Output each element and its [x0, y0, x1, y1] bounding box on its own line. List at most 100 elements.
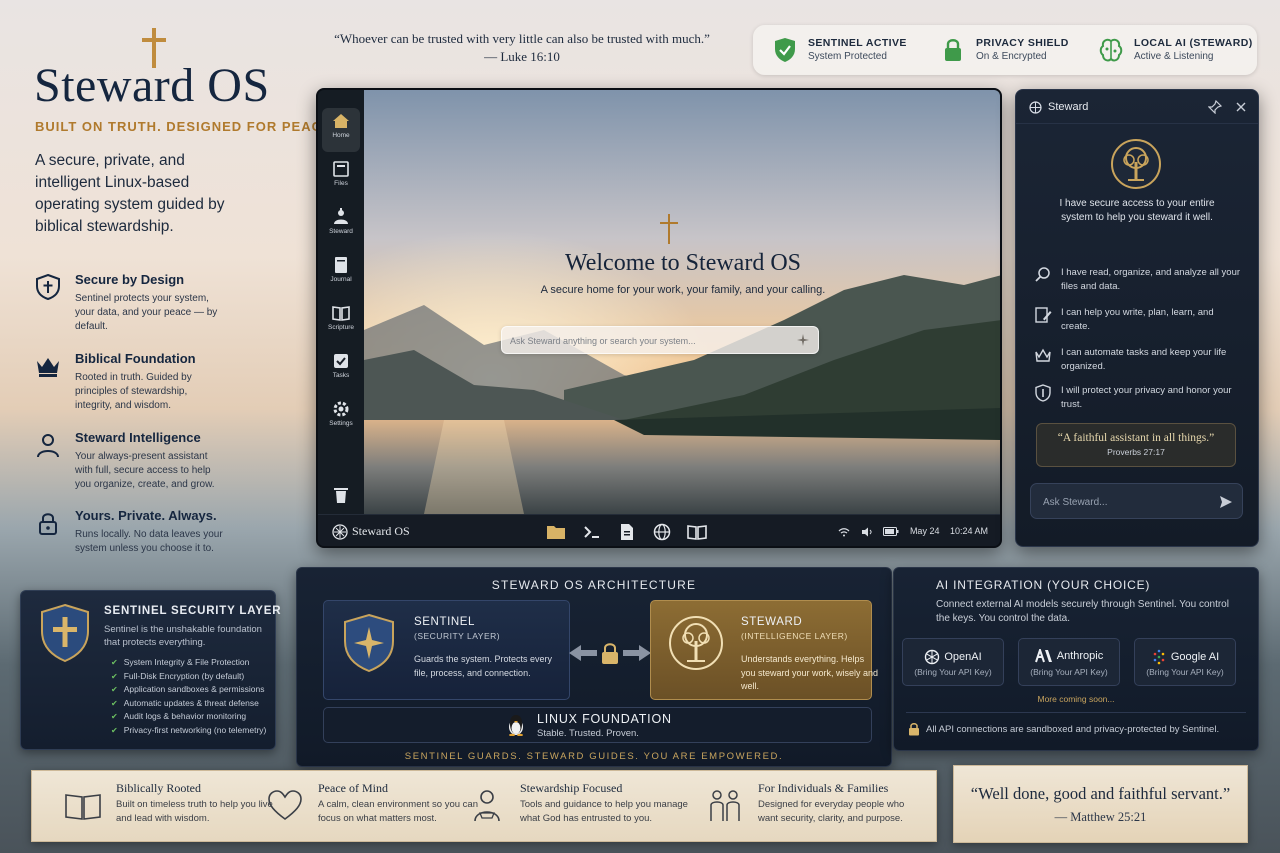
padlock-icon — [945, 39, 961, 61]
quote-reference: — Matthew 25:21 — [1054, 810, 1147, 824]
linux-sub: Stable. Trusted. Proven. — [537, 728, 639, 739]
brand-description: A secure, private, and intelligent Linux… — [35, 152, 225, 235]
app-dock: Home Files Steward Journal Scripture Tas… — [318, 90, 364, 514]
google-ai-icon — [1153, 649, 1165, 665]
welcome-subtitle: A secure home for your work, your family… — [540, 284, 826, 296]
taskbar-time[interactable]: 10:24 AM — [950, 526, 988, 536]
files-icon — [333, 161, 349, 177]
steward-icon — [334, 208, 348, 224]
taskbar-date[interactable]: May 24 — [910, 526, 940, 536]
status-sub: System Protected — [808, 51, 887, 62]
shield-icon — [1035, 384, 1051, 402]
shield-check-icon — [775, 38, 795, 62]
dock-item-home[interactable]: Home — [322, 108, 360, 152]
provider-openai-button[interactable]: OpenAI (Bring Your API Key) — [902, 638, 1004, 686]
layer-desc: Understands everything. Helps you stewar… — [741, 654, 879, 691]
feature-desc: Rooted in truth. Guided by principles of… — [75, 372, 192, 411]
value-desc: Tools and guidance to help you manage wh… — [520, 799, 688, 824]
top-scripture-quote: “Whoever can be trusted with very little… — [318, 30, 726, 66]
journal-icon — [335, 257, 347, 273]
brain-icon — [1099, 38, 1123, 62]
book-icon — [65, 794, 101, 820]
scripture-icon — [332, 306, 350, 321]
feature-desc: Sentinel protects your system, your data… — [75, 293, 218, 332]
status-title: LOCAL AI (STEWARD) — [1134, 37, 1253, 49]
dock-item-files[interactable]: Files — [322, 156, 360, 200]
values-strip: Biblically Rooted Built on timeless trut… — [31, 770, 937, 842]
value-title: For Individuals & Families — [758, 781, 889, 795]
check-icon: ✔ — [111, 658, 118, 667]
sentinel-shield-icon — [41, 603, 89, 663]
document-icon[interactable] — [617, 523, 637, 541]
more-coming-soon: More coming soon... — [1037, 694, 1115, 704]
layer-sub: (INTELLIGENCE LAYER) — [741, 631, 848, 641]
steward-logo-icon — [1029, 101, 1042, 114]
quote-text: “A faithful assistant in all things.” — [1057, 432, 1215, 444]
provider-name: Google AI — [1135, 649, 1235, 665]
search-input[interactable] — [510, 331, 790, 351]
brand-title: Steward OS — [34, 59, 270, 112]
dock-trash[interactable] — [322, 482, 360, 510]
sentinel-shield-icon — [344, 613, 394, 673]
value-desc: Designed for everyday people who want se… — [758, 799, 905, 824]
bible-icon[interactable] — [687, 523, 707, 541]
family-icon — [710, 790, 740, 821]
edit-icon — [1035, 307, 1052, 323]
provider-name: Anthropic — [1019, 646, 1119, 663]
provider-google-ai-button[interactable]: Google AI (Bring Your API Key) — [1134, 638, 1236, 686]
sentinel-card-title: SENTINEL SECURITY LAYER — [104, 605, 282, 617]
dock-item-scripture[interactable]: Scripture — [322, 300, 360, 344]
value-title: Peace of Mind — [318, 781, 388, 795]
gold-cross-icon — [660, 214, 678, 244]
volume-icon[interactable] — [861, 527, 873, 537]
architecture-motto: SENTINEL GUARDS. STEWARD GUIDES. YOU ARE… — [404, 751, 784, 762]
ai-integration-footer: All API connections are sandboxed and pr… — [926, 724, 1220, 735]
feature-title: Yours. Private. Always. — [75, 508, 217, 523]
pin-icon[interactable] — [1208, 100, 1222, 114]
automate-icon — [1035, 348, 1051, 362]
heart-icon — [268, 790, 302, 820]
steward-person-icon — [474, 790, 500, 822]
system-tray: May 24 10:24 AM — [838, 526, 988, 537]
battery-icon[interactable] — [883, 527, 899, 537]
folder-icon[interactable] — [546, 523, 566, 541]
taskbar-os-name[interactable]: Steward OS — [352, 524, 410, 539]
tasks-icon — [334, 354, 348, 368]
dock-item-journal[interactable]: Journal — [322, 252, 360, 296]
quote-reference: — Luke 16:10 — [484, 49, 560, 64]
anthropic-icon — [1034, 646, 1052, 663]
provider-anthropic-button[interactable]: Anthropic (Bring Your API Key) — [1018, 638, 1120, 686]
feature-title: Steward Intelligence — [75, 430, 201, 445]
steward-logo-icon[interactable] — [332, 524, 348, 540]
wifi-icon[interactable] — [838, 527, 850, 537]
globe-icon[interactable] — [652, 523, 672, 541]
ai-integration-title: AI INTEGRATION (YOUR CHOICE) — [936, 578, 1151, 592]
quote-text: “Well done, good and faithful servant.” — [970, 784, 1231, 803]
trash-icon — [334, 488, 348, 503]
home-icon — [333, 114, 349, 128]
provider-sub: (Bring Your API Key) — [1030, 667, 1108, 677]
dock-item-settings[interactable]: Settings — [322, 396, 360, 440]
sentinel-card-desc: Sentinel is the unshakable foundation th… — [104, 624, 262, 648]
final-scripture-quote: “Well done, good and faithful servant.” … — [953, 765, 1248, 843]
terminal-icon[interactable] — [582, 523, 602, 541]
send-icon[interactable] — [1219, 495, 1233, 509]
architecture-title: STEWARD OS ARCHITECTURE — [491, 578, 697, 592]
feature-desc: Your always-present assistant with full,… — [75, 451, 215, 490]
steward-intro: I have secure access to your entire syst… — [1059, 198, 1215, 223]
sparkle-icon[interactable] — [796, 333, 810, 347]
taskbar: Steward OS May 24 10:24 AM — [318, 514, 1000, 546]
ask-steward-input[interactable] — [1043, 493, 1203, 511]
search-icon — [1035, 267, 1050, 282]
crown-icon — [37, 358, 59, 377]
welcome-title: Welcome to Steward OS — [564, 250, 801, 276]
close-icon[interactable] — [1234, 100, 1248, 114]
dock-item-steward[interactable]: Steward — [322, 204, 360, 248]
list-item: ✔ Privacy-first networking (no telemetry) — [111, 724, 267, 735]
feature-title: Biblical Foundation — [75, 351, 196, 366]
ai-integration-panel: AI INTEGRATION (YOUR CHOICE) Connect ext… — [893, 567, 1259, 751]
dock-item-tasks[interactable]: Tasks — [322, 348, 360, 392]
sentinel-security-card: SENTINEL SECURITY LAYER Sentinel is the … — [20, 590, 281, 750]
check-icon: ✔ — [111, 671, 118, 681]
quote-reference: Proverbs 27:17 — [1107, 447, 1165, 457]
